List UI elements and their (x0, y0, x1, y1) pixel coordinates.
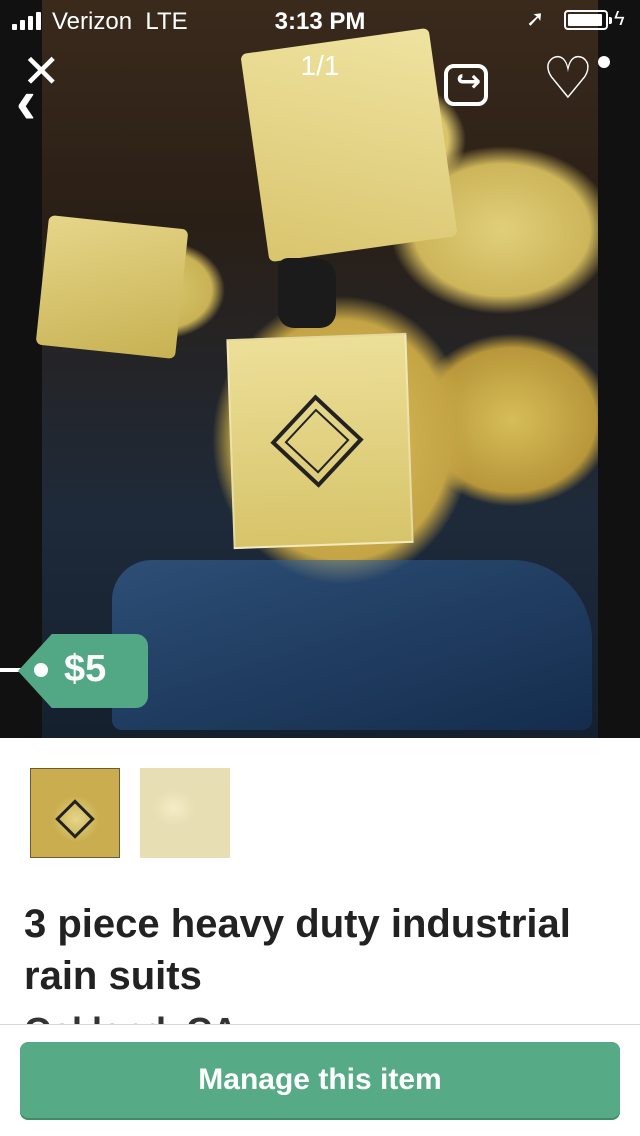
status-bar: Verizon LTE 3:13 PM ➚ ϟ (0, 0, 640, 40)
charging-icon: ϟ (614, 8, 625, 30)
manage-item-button[interactable]: Manage this item (20, 1042, 620, 1118)
notification-dot (598, 56, 610, 68)
thumbnail-strip (0, 738, 640, 888)
divider (0, 1024, 640, 1025)
battery-icon (564, 10, 612, 30)
location-arrow-icon: ➚ (526, 6, 545, 31)
price-tag-hole (34, 663, 48, 677)
favorite-button[interactable]: ♡ (540, 50, 620, 110)
share-icon: ↪ (456, 65, 482, 98)
thumbnail-1[interactable] (30, 768, 120, 858)
price-label: $5 (64, 648, 107, 690)
listing-title: 3 piece heavy duty industrial rain suits (24, 902, 571, 998)
location-text: Oakland, CA (24, 1010, 238, 1024)
share-button[interactable]: ↪ (444, 64, 488, 106)
listing-location: Oakland, CA (24, 1002, 624, 1024)
thumbnail-2[interactable] (140, 768, 230, 858)
rain-suits-image (35, 0, 598, 738)
heart-icon: ♡ (542, 46, 594, 111)
